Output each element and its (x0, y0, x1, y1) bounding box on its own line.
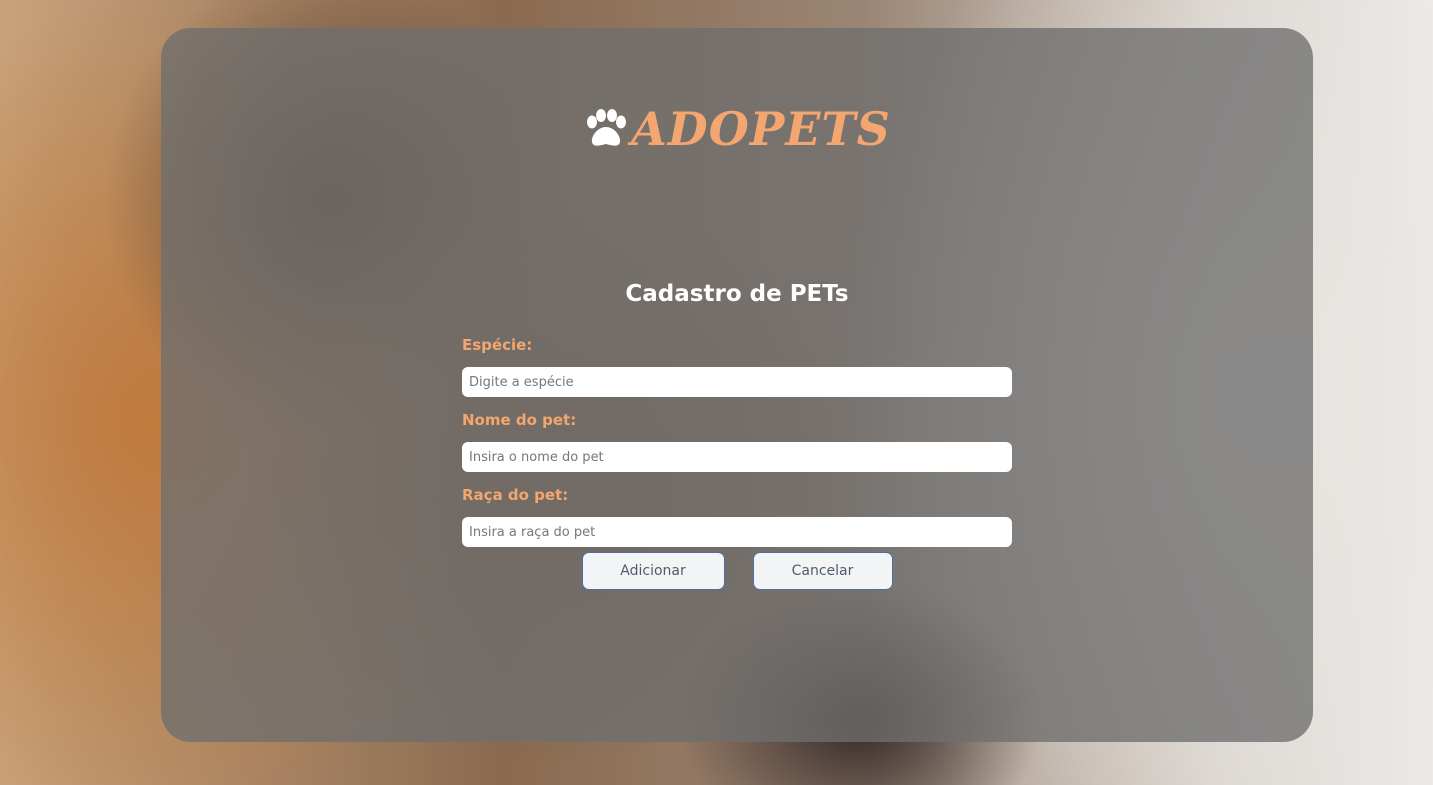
species-label: Espécie: (462, 336, 533, 354)
add-button[interactable]: Adicionar (581, 552, 725, 590)
species-input[interactable] (462, 367, 1012, 397)
form-card: ADOPETS Cadastro de PETs Espécie: Nome d… (161, 28, 1313, 742)
pet-name-input[interactable] (462, 442, 1012, 472)
brand-name: ADOPETS (631, 102, 891, 156)
paw-icon (583, 109, 627, 149)
breed-input[interactable] (462, 517, 1012, 547)
pet-form: Espécie: Nome do pet: Raça do pet: (462, 334, 1012, 559)
form-title: Cadastro de PETs (625, 281, 849, 307)
brand-logo: ADOPETS (161, 102, 1313, 156)
cancel-button[interactable]: Cancelar (752, 552, 893, 590)
form-actions: Adicionar Cancelar (161, 552, 1313, 590)
breed-label: Raça do pet: (462, 486, 569, 504)
pet-name-label: Nome do pet: (462, 411, 577, 429)
